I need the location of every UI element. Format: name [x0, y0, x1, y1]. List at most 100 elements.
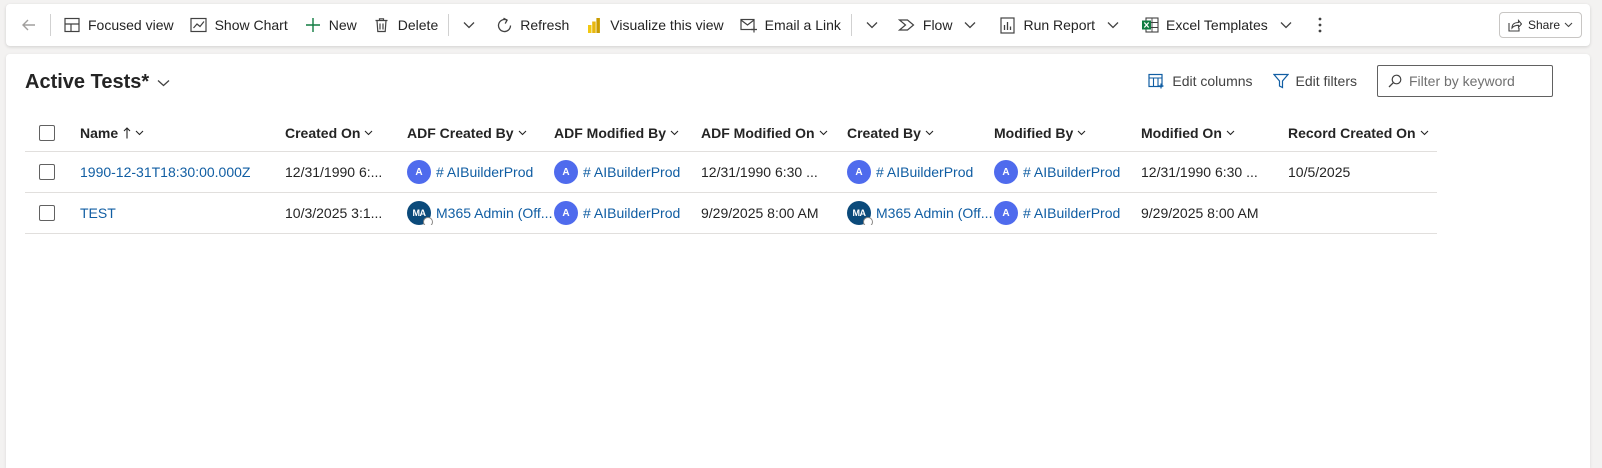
show-chart-button[interactable]: Show Chart: [182, 4, 296, 46]
view-tools: Edit columns Edit filters Filter by keyw…: [1148, 65, 1553, 97]
record-name-link[interactable]: TEST: [80, 205, 116, 221]
overflow-menu-button[interactable]: [1306, 4, 1334, 46]
column-header-modified-on[interactable]: Modified On: [1141, 125, 1235, 141]
row-checkbox[interactable]: [39, 205, 55, 221]
search-icon: [1388, 74, 1402, 88]
run-report-label: Run Report: [1023, 17, 1096, 33]
modified-by-link[interactable]: # AIBuilderProd: [1023, 205, 1120, 221]
power-bi-icon: [585, 16, 603, 34]
column-header-label: Modified On: [1141, 124, 1222, 141]
chevron-down-icon: [157, 79, 170, 87]
column-header-created-on[interactable]: Created On: [285, 125, 373, 141]
column-header-adf-modified-on[interactable]: ADF Modified On: [701, 125, 828, 141]
created-on-cell: 10/3/2025 3:1...: [285, 205, 383, 221]
row-checkbox[interactable]: [39, 164, 55, 180]
edit-filters-button[interactable]: Edit filters: [1272, 73, 1357, 89]
chevron-down-icon: [135, 130, 144, 136]
chevron-down-icon: [964, 21, 976, 29]
chevron-down-icon: [925, 130, 934, 136]
adf-modified-by-link[interactable]: # AIBuilderProd: [583, 164, 680, 180]
delete-label: Delete: [397, 17, 439, 33]
chevron-down-icon: [1564, 22, 1573, 28]
new-label: New: [328, 17, 357, 33]
avatar: A: [847, 160, 871, 184]
presence-offline-icon: [423, 217, 433, 225]
adf-modified-by-cell: A # AIBuilderProd: [554, 201, 680, 225]
chevron-down-icon: [518, 130, 527, 136]
more-commands-dropdown-2[interactable]: [854, 4, 890, 46]
more-commands-dropdown[interactable]: [451, 4, 487, 46]
run-report-button[interactable]: Run Report: [990, 4, 1099, 46]
created-by-link[interactable]: # AIBuilderProd: [876, 164, 973, 180]
filter-by-keyword-input[interactable]: Filter by keyword: [1377, 65, 1553, 97]
avatar-initials: MA: [852, 208, 867, 218]
back-arrow-icon: [20, 16, 38, 34]
delete-button[interactable]: Delete: [365, 4, 446, 46]
chevron-down-icon: [1107, 21, 1119, 29]
edit-columns-button[interactable]: Edit columns: [1148, 73, 1253, 89]
column-header-record-created-on[interactable]: Record Created On: [1288, 125, 1429, 141]
adf-created-by-link[interactable]: # AIBuilderProd: [436, 164, 533, 180]
flow-button[interactable]: Flow: [890, 4, 957, 46]
view-title: Active Tests*: [25, 71, 150, 93]
column-header-adf-modified-by[interactable]: ADF Modified By: [554, 125, 679, 141]
column-header-adf-created-by[interactable]: ADF Created By: [407, 125, 527, 141]
show-chart-label: Show Chart: [214, 17, 288, 33]
table-row[interactable]: TEST 10/3/2025 3:1... MA M365 Admin (Off…: [25, 193, 1437, 234]
share-button[interactable]: Share: [1498, 12, 1582, 38]
view-selector[interactable]: Active Tests*: [25, 71, 170, 94]
chevron-down-icon: [670, 130, 679, 136]
column-header-label: ADF Modified On: [701, 124, 815, 141]
flow-dropdown[interactable]: [956, 4, 990, 46]
adf-modified-on-cell: 12/31/1990 6:30 ...: [701, 164, 818, 180]
visualize-view-button[interactable]: Visualize this view: [577, 4, 731, 46]
created-by-link[interactable]: M365 Admin (Off...: [876, 205, 992, 221]
visualize-label: Visualize this view: [610, 17, 724, 33]
column-header-modified-by[interactable]: Modified By: [994, 125, 1086, 141]
avatar: A: [554, 201, 578, 225]
excel-icon: [1141, 16, 1159, 34]
refresh-icon: [495, 16, 513, 34]
table-row[interactable]: 1990-12-31T18:30:00.000Z 12/31/1990 6:..…: [25, 152, 1437, 193]
column-header-label: Created By: [847, 124, 921, 141]
chevron-down-icon: [819, 130, 828, 136]
column-header-label: ADF Modified By: [554, 124, 666, 141]
edit-columns-label: Edit columns: [1172, 73, 1253, 89]
presence-offline-icon: [863, 217, 873, 225]
column-header-created-by[interactable]: Created By: [847, 125, 934, 141]
excel-templates-dropdown[interactable]: [1272, 4, 1306, 46]
avatar: A: [994, 160, 1018, 184]
separator: [448, 14, 450, 36]
sort-ascending-icon: [123, 126, 131, 139]
adf-created-by-link[interactable]: M365 Admin (Off...: [436, 205, 552, 221]
email-link-label: Email a Link: [764, 17, 841, 33]
column-header-label: Modified By: [994, 124, 1074, 141]
excel-templates-button[interactable]: Excel Templates: [1133, 4, 1272, 46]
new-button[interactable]: New: [296, 4, 365, 46]
back-button[interactable]: [6, 4, 50, 46]
email-link-button[interactable]: Email a Link: [732, 4, 849, 46]
run-report-dropdown[interactable]: [1099, 4, 1133, 46]
chevron-down-icon: [1077, 130, 1086, 136]
chevron-down-icon: [1420, 130, 1429, 136]
select-all-checkbox[interactable]: [39, 124, 55, 141]
more-vertical-icon: [1318, 17, 1322, 33]
chevron-down-icon: [1280, 21, 1292, 29]
avatar: A: [407, 160, 431, 184]
record-name-link[interactable]: 1990-12-31T18:30:00.000Z: [80, 164, 250, 180]
focused-view-button[interactable]: Focused view: [55, 4, 182, 46]
adf-modified-by-link[interactable]: # AIBuilderProd: [583, 205, 680, 221]
modified-on-cell: 9/29/2025 8:00 AM: [1141, 205, 1259, 221]
modified-by-link[interactable]: # AIBuilderProd: [1023, 164, 1120, 180]
column-header-label: Record Created On: [1288, 124, 1416, 141]
grid-header: Name Created On ADF Created By ADF Modif…: [25, 114, 1437, 152]
plus-icon: [304, 16, 322, 34]
report-icon: [998, 16, 1016, 34]
record-created-on-cell: 10/5/2025: [1288, 164, 1351, 180]
focused-view-label: Focused view: [88, 17, 174, 33]
refresh-button[interactable]: Refresh: [487, 4, 577, 46]
column-header-name[interactable]: Name: [80, 125, 144, 141]
email-link-icon: [740, 16, 758, 34]
avatar: MA: [407, 201, 433, 225]
modified-by-cell: A # AIBuilderProd: [994, 160, 1120, 184]
